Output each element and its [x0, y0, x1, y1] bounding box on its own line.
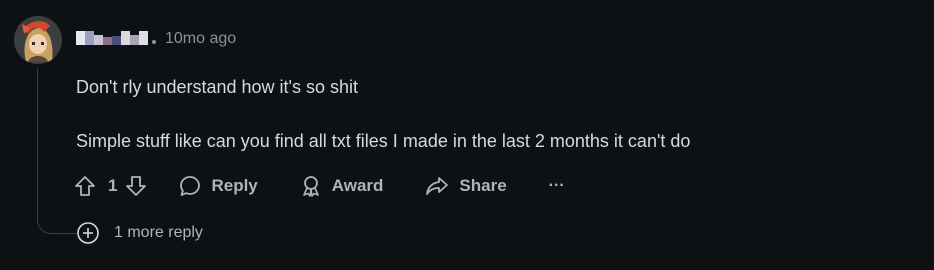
- username-redacted[interactable]: [76, 31, 148, 45]
- thread-connector: [37, 206, 77, 234]
- share-arrow-icon: [426, 177, 449, 195]
- speech-bubble-icon: [180, 176, 201, 196]
- thread-line: [37, 68, 38, 212]
- reply-label: Reply: [211, 176, 258, 195]
- upvote-button[interactable]: [74, 173, 96, 199]
- reply-button[interactable]: Reply: [179, 173, 258, 199]
- more-options-button[interactable]: ···: [549, 173, 565, 199]
- comment-timestamp[interactable]: 10mo ago: [165, 30, 236, 48]
- share-label: Share: [459, 176, 507, 195]
- separator-dot: [152, 40, 156, 44]
- avatar-image: [14, 16, 62, 64]
- award-button[interactable]: Award: [300, 173, 384, 199]
- comment-body-line: Don't rly understand how it's so shit: [76, 77, 359, 97]
- avatar[interactable]: [14, 16, 62, 64]
- plus-circle-icon: [77, 222, 99, 244]
- comment: 10mo ago Don't rly understand how it's s…: [0, 0, 934, 270]
- downvote-button[interactable]: [125, 173, 147, 199]
- comment-actions: 1 Reply Award Share ···: [74, 173, 565, 199]
- more-replies-link[interactable]: 1 more reply: [76, 221, 203, 245]
- vote-count: 1: [108, 176, 118, 195]
- share-button[interactable]: Share: [425, 173, 507, 199]
- arrow-down-icon: [126, 176, 147, 196]
- award-label: Award: [331, 176, 384, 195]
- ellipsis-icon: ···: [548, 177, 565, 194]
- more-replies-label: 1 more reply: [114, 224, 203, 241]
- comment-body-line: Simple stuff like can you find all txt f…: [76, 131, 691, 151]
- award-ribbon-icon: [302, 176, 319, 197]
- arrow-up-icon: [75, 176, 95, 196]
